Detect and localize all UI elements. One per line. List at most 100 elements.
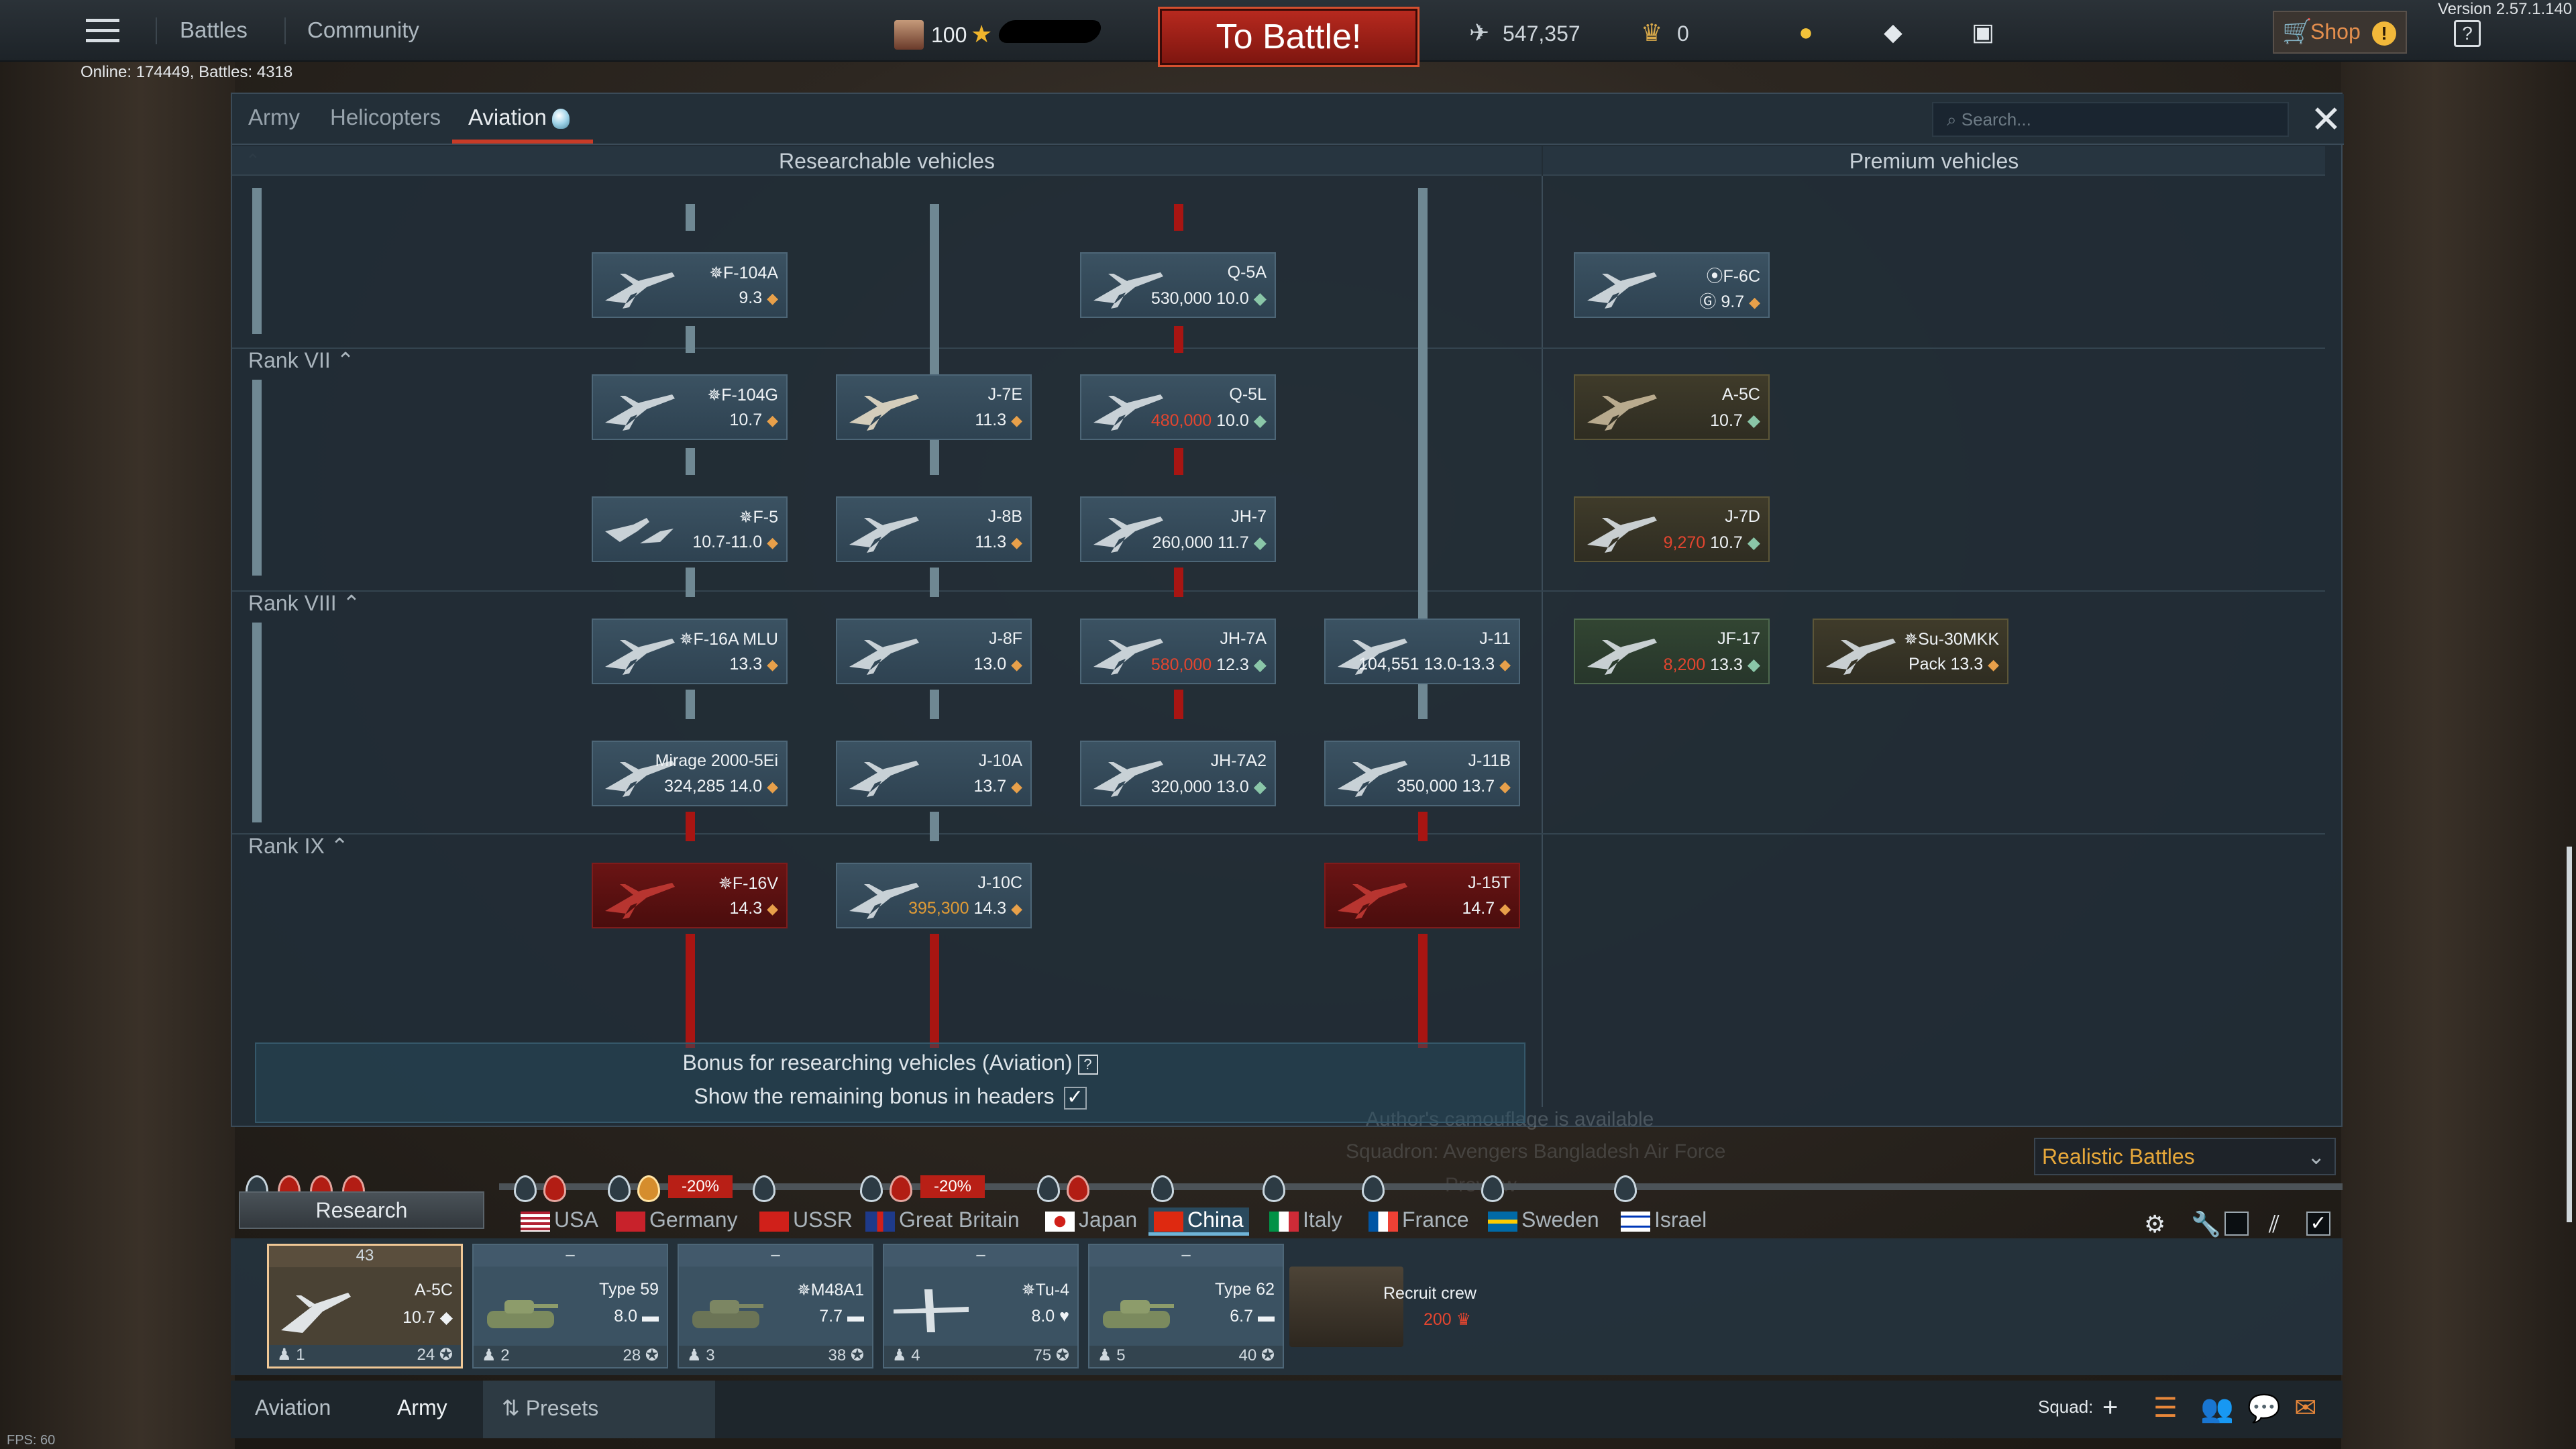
vehicle-name: J-8B <box>987 507 1022 526</box>
bonus-toggle[interactable]: Show the remaining bonus in headers ✓ <box>256 1084 1524 1110</box>
vehicle-card-f5[interactable]: ✵F-5 10.7-11.0 ◆ <box>592 496 788 562</box>
battle-pass-icon[interactable]: ▣ <box>1970 19 1996 46</box>
vehicle-name: J-7D <box>1725 507 1760 526</box>
vehicle-card-jh7a[interactable]: JH-7A 580,000 12.3 ◆ <box>1080 619 1276 684</box>
vehicle-card-jh7a2[interactable]: JH-7A2 320,000 13.0 ◆ <box>1080 741 1276 806</box>
game-mode-select[interactable]: Realistic Battles ⌄ <box>2034 1138 2336 1175</box>
jet-icon <box>605 272 675 309</box>
nation-germany[interactable]: Germany <box>616 1208 738 1232</box>
vehicle-card-j10c[interactable]: J-10C 395,300 14.3 ◆ <box>836 863 1032 928</box>
mail-icon[interactable]: ✉ <box>2294 1393 2317 1424</box>
contacts-icon[interactable]: 👥 <box>2200 1393 2234 1424</box>
vehicle-card-jf17[interactable]: JF-17 8,200 13.3 ◆ <box>1574 619 1770 684</box>
rank-vii-label[interactable]: Rank VII ⌃ <box>248 347 354 373</box>
vehicle-card-j11b[interactable]: J-11B 350,000 13.7 ◆ <box>1324 741 1520 806</box>
preset-army[interactable]: Army <box>397 1395 447 1420</box>
nation-ussr[interactable]: USSR <box>759 1208 853 1232</box>
slot-footer: ♟ 5 40 ✪ <box>1089 1346 1283 1367</box>
recruit-crew-button[interactable]: Recruit crew 200 ♛ <box>1289 1267 1491 1347</box>
vehicle-card-j8b[interactable]: J-8B 11.3 ◆ <box>836 496 1032 562</box>
tree-link-locked <box>1174 690 1183 719</box>
nation-italy[interactable]: Italy <box>1269 1208 1342 1232</box>
wrench-icon[interactable]: 🔧 <box>2191 1210 2221 1238</box>
add-squad-icon[interactable]: + <box>2102 1393 2118 1423</box>
vehicle-br: 10.7 ◆ <box>1710 411 1760 431</box>
help-icon[interactable]: ? <box>2454 20 2481 47</box>
vehicle-card-j7d[interactable]: J-7D 9,270 10.7 ◆ <box>1574 496 1770 562</box>
vehicle-card-a5c[interactable]: A-5C 10.7 ◆ <box>1574 374 1770 440</box>
slot-br: 8.0 ♥ <box>1031 1307 1069 1326</box>
silver-lions-count[interactable]: 547,357 <box>1503 21 1580 46</box>
vehicle-card-j15t[interactable]: J-15T 14.7 ◆ <box>1324 863 1520 928</box>
sweden-flag-icon <box>1488 1211 1517 1232</box>
warbonds-icon[interactable]: ◆ <box>1880 19 1907 46</box>
diamond-icon: ◆ <box>1253 655 1267 674</box>
crew-slot-3[interactable]: – ✵M48A1 7.7 ▬ ♟ 3 38 ✪ <box>678 1244 873 1368</box>
nation-label: Sweden <box>1521 1208 1599 1232</box>
help-icon[interactable]: ? <box>1077 1054 1098 1075</box>
presets-button[interactable]: ⇅ Presets <box>502 1395 598 1421</box>
shop-button[interactable]: 🛒 Shop ! <box>2273 11 2407 54</box>
tab-helicopters[interactable]: Helicopters <box>330 105 441 130</box>
nation-sweden[interactable]: Sweden <box>1488 1208 1599 1232</box>
checkbox[interactable]: ✓ <box>1063 1086 1087 1110</box>
golden-eagles-count[interactable]: 0 <box>1677 21 1689 46</box>
auto-refill-checkbox[interactable]: ✓ <box>2306 1212 2330 1236</box>
nation-china[interactable]: China <box>1148 1208 1249 1236</box>
gear-icon[interactable]: ⚙ <box>2144 1210 2165 1238</box>
ammo-icon[interactable]: ⫽ <box>2269 1210 2279 1239</box>
battles-link[interactable]: Battles <box>180 17 248 43</box>
crew-slot-1[interactable]: 43 A-5C 10.7 ◆ ♟ 1 24 ✪ <box>267 1244 463 1368</box>
vehicle-card-j7e[interactable]: J-7E 11.3 ◆ <box>836 374 1032 440</box>
vehicle-card-f104g[interactable]: ✵F-104G 10.7 ◆ <box>592 374 788 440</box>
list-icon[interactable]: ☰ <box>2153 1393 2178 1424</box>
close-icon[interactable]: ✕ <box>2310 101 2342 138</box>
rank-ix-label[interactable]: Rank IX ⌃ <box>248 833 349 859</box>
lightbulb-icon[interactable]: ● <box>1792 19 1819 46</box>
vehicle-name: ✵F-16V <box>718 874 778 893</box>
nation-great-britain[interactable]: Great Britain <box>865 1208 1020 1232</box>
br-value: 8.0 <box>614 1307 638 1326</box>
vehicle-card-j11[interactable]: J-11 104,551 13.0-13.3 ◆ <box>1324 619 1520 684</box>
vehicle-card-q5a[interactable]: Q-5A 530,000 10.0 ◆ <box>1080 252 1276 318</box>
crew-slot-5[interactable]: – Type 62 6.7 ▬ ♟ 5 40 ✪ <box>1088 1244 1284 1368</box>
crew-slot-2[interactable]: – Type 59 8.0 ▬ ♟ 2 28 ✪ <box>472 1244 668 1368</box>
nation-israel[interactable]: Israel <box>1621 1208 1707 1232</box>
vehicle-card-su30mkk[interactable]: ✵Su-30MKK Pack 13.3 ◆ <box>1813 619 2008 684</box>
vehicle-card-j10a[interactable]: J-10A 13.7 ◆ <box>836 741 1032 806</box>
vehicle-card-jh7[interactable]: JH-7 260,000 11.7 ◆ <box>1080 496 1276 562</box>
nation-usa[interactable]: USA <box>521 1208 598 1232</box>
vehicle-card-f104a[interactable]: ✵F-104A 9.3 ◆ <box>592 252 788 318</box>
vehicle-card-f6c[interactable]: ⦿F-6C Ⓖ 9.7 ◆ <box>1574 252 1770 318</box>
tab-aviation[interactable]: Aviation <box>468 105 570 130</box>
chat-icon[interactable]: 💬 <box>2247 1393 2281 1424</box>
preset-aviation[interactable]: Aviation <box>255 1395 331 1420</box>
slot-vehicle-name: ✵M48A1 <box>796 1281 864 1299</box>
scrollbar[interactable] <box>2567 847 2572 1222</box>
vehicle-card-j8f[interactable]: J-8F 13.0 ◆ <box>836 619 1032 684</box>
menu-icon[interactable] <box>86 19 119 43</box>
br-value: 12.3 <box>1216 655 1249 674</box>
vehicle-card-q5l[interactable]: Q-5L 480,000 10.0 ◆ <box>1080 374 1276 440</box>
crew-icon <box>1289 1267 1403 1347</box>
slot-footer: ♟ 2 28 ✪ <box>474 1346 667 1367</box>
diamond-icon: ◆ <box>1011 778 1022 795</box>
vehicle-card-f16a-mlu[interactable]: ✵F-16A MLU 13.3 ◆ <box>592 619 788 684</box>
tab-army[interactable]: Army <box>248 105 300 130</box>
vehicle-card-f16v[interactable]: ✵F-16V 14.3 ◆ <box>592 863 788 928</box>
community-link[interactable]: Community <box>307 17 419 43</box>
tree-link-locked <box>1174 204 1183 231</box>
to-battle-button[interactable]: To Battle! <box>1158 7 1419 67</box>
vehicle-name: JF-17 <box>1717 629 1760 648</box>
avatar[interactable] <box>894 20 924 50</box>
nation-japan[interactable]: Japan <box>1045 1208 1137 1232</box>
crew-slot-4[interactable]: – ✵Tu-4 8.0 ♥ ♟ 4 75 ✪ <box>883 1244 1079 1368</box>
vehicle-card-mirage-2000[interactable]: Mirage 2000-5Ei 324,285 14.0 ◆ <box>592 741 788 806</box>
tank-icon <box>1103 1300 1174 1328</box>
br-value: 13.0-13.3 <box>1424 655 1495 674</box>
auto-repair-checkbox[interactable] <box>2224 1212 2249 1236</box>
research-button[interactable]: Research <box>239 1191 484 1229</box>
search-input[interactable]: ⌕ Search... <box>1932 102 2289 137</box>
nation-france[interactable]: France <box>1368 1208 1469 1232</box>
rank-viii-label[interactable]: Rank VIII ⌃ <box>248 590 360 616</box>
